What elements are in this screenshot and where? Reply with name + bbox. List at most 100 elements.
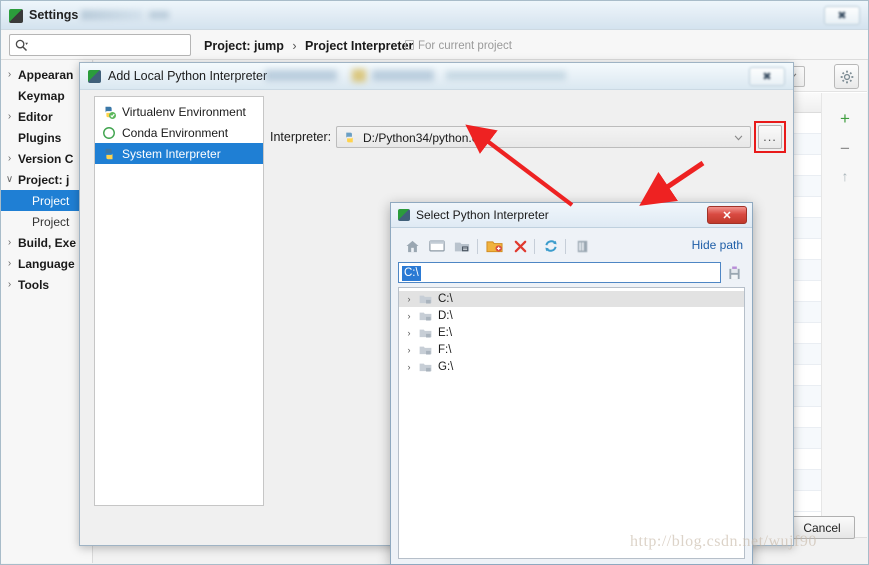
save-path-icon[interactable] [724,262,744,283]
tree-row-label: F:\ [438,344,452,356]
pycharm-app-icon [398,209,410,221]
env-option-virtualenv[interactable]: Virtualenv Environment [95,101,263,122]
packages-action-buttons: + − ↑ [821,93,867,537]
env-option-label: System Interpreter [122,146,221,161]
python-icon [105,148,113,159]
hide-path-link[interactable]: Hide path [692,238,743,252]
chevron-right-icon[interactable]: › [399,294,419,304]
gear-icon [840,70,853,83]
search-input[interactable] [9,34,191,56]
blurred-title-text [81,10,143,20]
chevron-right-icon[interactable]: › [399,328,419,338]
toolbar-separator [477,239,478,254]
blurred-text [372,70,434,81]
screenshot-root: Settings ✖ Project: jump › Project Inter… [0,0,869,565]
folder-icon [419,295,432,304]
new-folder-icon[interactable] [484,236,504,256]
select-dialog-body: Hide path C:\ › C:\ › D:\ › E:\ › F:\ › … [398,233,745,564]
breadcrumb-project[interactable]: Project: jump [204,39,284,53]
chevron-right-icon[interactable]: › [399,362,419,372]
environment-type-list[interactable]: Virtualenv Environment Conda Environment… [94,96,264,506]
add-local-close-button[interactable]: ✖ [749,67,785,86]
sidebar-item-label: Version C [18,151,74,166]
refresh-icon[interactable] [541,236,561,256]
add-local-titlebar: Add Local Python Interpreter ✖ [80,63,793,90]
tree-row-label: G:\ [438,361,454,373]
blurred-icon [352,69,366,82]
env-option-label: Conda Environment [122,125,229,140]
sidebar-item-label: Language [18,256,75,271]
pycharm-app-icon [88,70,101,83]
select-dialog-close-button[interactable]: ✕ [707,206,747,224]
sidebar-item-label: Editor [18,109,53,124]
settings-close-button[interactable]: ✖ [824,6,860,25]
interpreter-field-label: Interpreter: [270,130,332,144]
settings-window-title: Settings [29,8,79,22]
path-input[interactable]: C:\ [398,262,721,283]
folder-icon [419,312,432,321]
tree-row-label: E:\ [438,327,453,339]
sidebar-item-label: Keymap [18,88,65,103]
interpreter-settings-button[interactable] [834,64,859,89]
chevron-right-icon[interactable]: › [399,345,419,355]
env-option-system-interpreter[interactable]: System Interpreter [95,143,263,164]
sidebar-item-label: Appearan [18,67,74,82]
tree-row-label: C:\ [438,293,453,305]
settings-titlebar: Settings ✖ [1,1,868,30]
add-package-button[interactable]: + [834,107,856,129]
folder-icon [419,329,432,338]
toolbar-separator [534,239,535,254]
tree-row-e-drive[interactable]: › E:\ [399,325,744,341]
virtualenv-icon [105,106,116,119]
tree-row-f-drive[interactable]: › F:\ [399,342,744,358]
folder-icon [419,363,432,372]
sidebar-item-label: Project [32,214,70,229]
watermark-text: http://blog.csdn.net/wujf90 [630,533,817,550]
interpreter-path-combobox[interactable]: D:/Python34/python.exe [336,126,751,148]
tree-row-label: D:\ [438,310,453,322]
file-browser-toolbar: Hide path [398,233,745,259]
breadcrumb-page[interactable]: Project Interpreter [305,39,413,53]
home-icon[interactable] [402,236,422,256]
env-option-conda[interactable]: Conda Environment [95,122,263,143]
blurred-text [446,71,566,80]
path-input-value: C:\ [402,266,421,281]
chevron-down-icon[interactable] [734,135,743,141]
chevron-right-icon: › [7,237,12,248]
breadcrumb-separator: › [292,39,297,53]
breadcrumb: Project: jump › Project Interpreter [204,39,413,53]
delete-icon[interactable] [510,236,530,256]
chevron-right-icon: › [7,69,12,80]
sidebar-item-label: Project [32,193,70,208]
chevron-right-icon: › [7,153,12,164]
tree-row-g-drive[interactable]: › G:\ [399,359,744,375]
sidebar-item-label: Build, Exe [18,235,77,250]
browse-interpreter-button[interactable]: ... [758,125,782,149]
chevron-right-icon: › [7,279,12,290]
settings-search-row: Project: jump › Project Interpreter For … [1,30,868,60]
select-python-interpreter-dialog: Select Python Interpreter ✕ Hide path C:… [390,202,753,565]
tree-row-c-drive[interactable]: › C:\ [399,291,744,307]
toolbar-separator [565,239,566,254]
upgrade-package-button[interactable]: ↑ [834,165,856,187]
drive-tree[interactable]: › C:\ › D:\ › E:\ › F:\ › G:\ [398,287,745,559]
add-local-dialog-title: Add Local Python Interpreter [108,69,268,83]
show-hidden-icon[interactable] [572,236,592,256]
remove-package-button[interactable]: − [834,137,856,159]
tree-row-d-drive[interactable]: › D:\ [399,308,744,324]
for-current-project-label: For current project [418,40,512,52]
chevron-right-icon[interactable]: › [399,311,419,321]
blurred-text [265,70,337,81]
sidebar-item-label: Project: j [18,172,70,187]
python-icon [346,132,353,143]
desktop-icon[interactable] [427,236,447,256]
scope-icon [405,40,414,50]
chevron-right-icon: › [7,111,12,122]
chevron-down-icon: ∨ [5,174,14,185]
select-dialog-title: Select Python Interpreter [416,208,549,222]
for-current-project-badge: For current project [405,40,512,52]
conda-circle-icon [103,126,115,139]
env-option-label: Virtualenv Environment [122,104,246,119]
blurred-title-text-2 [149,11,169,19]
project-folder-icon[interactable] [452,236,472,256]
